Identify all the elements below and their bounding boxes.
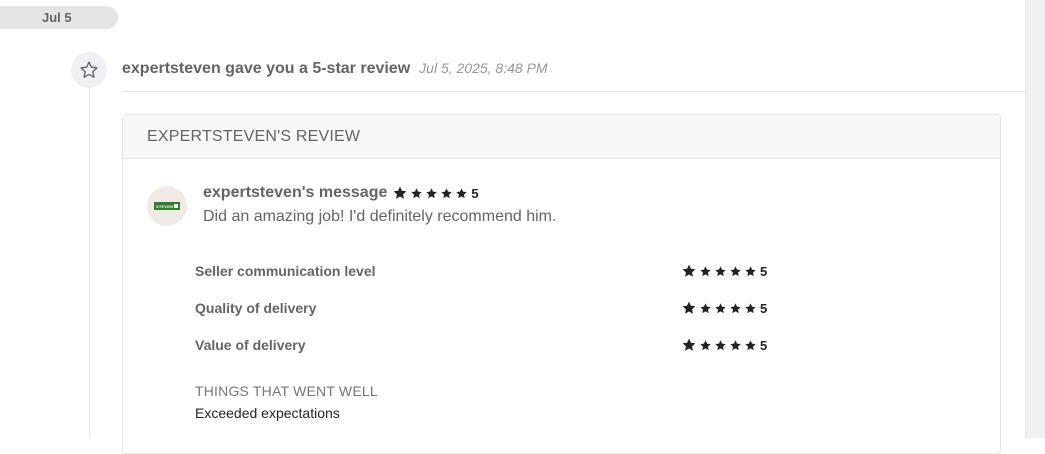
star-icon: [745, 265, 756, 276]
criteria-row: Seller communication level 5: [195, 261, 775, 281]
timeline-line: [89, 82, 90, 438]
star-icon: [745, 339, 756, 350]
star-icon: [700, 302, 711, 313]
review-card-header: EXPERTSTEVEN'S REVIEW: [123, 115, 1000, 159]
criteria-label: Quality of delivery: [195, 300, 317, 316]
message-header: expertsteven's message 5: [203, 184, 479, 202]
date-label: Jul 5: [42, 10, 72, 25]
event-header: expertsteven gave you a 5-star review Ju…: [122, 60, 548, 80]
criteria-rating: 5: [681, 337, 767, 353]
avatar-logo: STEVEN: [154, 202, 180, 210]
star-icon: [394, 186, 407, 199]
star-outline-icon: [80, 61, 98, 78]
criteria-label: Seller communication level: [195, 263, 376, 279]
star-icon: [730, 339, 741, 350]
criteria-label: Value of delivery: [195, 337, 306, 353]
event-icon-container: [71, 52, 107, 88]
event-title: expertsteven gave you a 5-star review: [122, 60, 411, 77]
star-icon: [682, 264, 696, 277]
went-well-item: Exceeded expectations: [195, 405, 340, 421]
star-icon: [441, 187, 453, 198]
divider: [122, 91, 1025, 92]
star-icon: [426, 187, 438, 198]
criteria-rating-value: 5: [760, 263, 768, 279]
star-icon: [682, 301, 696, 314]
star-icon: [745, 302, 756, 313]
star-icon: [715, 265, 726, 276]
avatar-logo-text: STEVEN: [156, 203, 174, 209]
criteria-stars: [681, 300, 757, 316]
message-text: Did an amazing job! I'd definitely recom…: [203, 208, 557, 225]
overall-rating: 5: [471, 185, 479, 201]
avatar-logo-box: [173, 203, 179, 209]
star-icon: [411, 187, 423, 198]
scrollbar-track[interactable]: [1025, 0, 1045, 438]
review-card-title: EXPERTSTEVEN'S REVIEW: [147, 127, 361, 145]
date-pill: Jul 5: [0, 6, 118, 29]
criteria-rating: 5: [681, 300, 767, 316]
criteria-row: Quality of delivery 5: [195, 298, 775, 318]
star-icon: [700, 265, 711, 276]
criteria-rating: 5: [681, 263, 767, 279]
star-icon: [715, 339, 726, 350]
star-icon: [700, 339, 711, 350]
star-icon: [730, 265, 741, 276]
criteria-stars: [681, 337, 757, 353]
went-well-heading: THINGS THAT WENT WELL: [195, 383, 378, 399]
review-card: EXPERTSTEVEN'S REVIEW STEVEN expertsteve…: [122, 114, 1001, 454]
criteria-row: Value of delivery 5: [195, 335, 775, 355]
star-icon: [456, 187, 468, 198]
avatar[interactable]: STEVEN: [147, 186, 187, 226]
message-author: expertsteven's message: [203, 184, 388, 201]
star-icon: [715, 302, 726, 313]
star-icon: [682, 338, 696, 351]
star-icon: [730, 302, 741, 313]
criteria-rating-value: 5: [760, 337, 768, 353]
overall-stars: [392, 185, 468, 201]
criteria-stars: [681, 263, 757, 279]
event-timestamp: Jul 5, 2025, 8:48 PM: [419, 60, 548, 76]
criteria-rating-value: 5: [760, 300, 768, 316]
